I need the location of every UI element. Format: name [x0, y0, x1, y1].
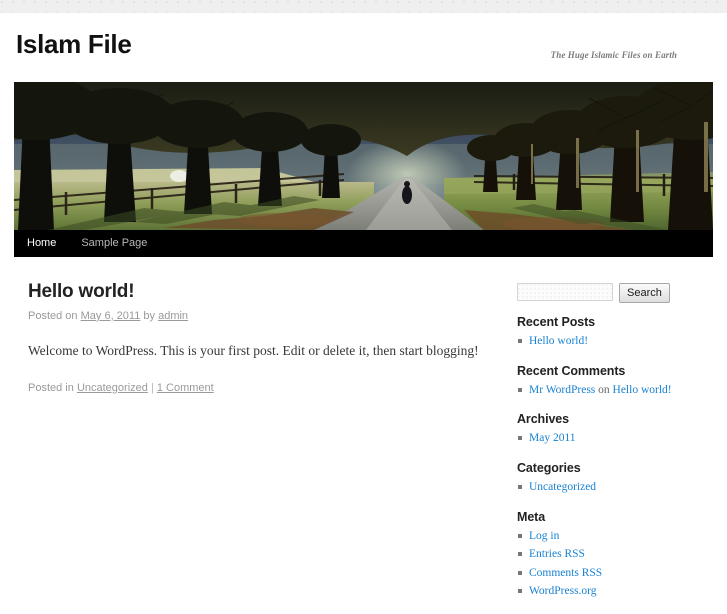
- posted-in-label: Posted in: [28, 381, 74, 394]
- post-comments-link[interactable]: 1 Comment: [157, 382, 214, 394]
- comment-author-link[interactable]: Mr WordPress: [529, 384, 595, 396]
- primary-column: Hello world! Posted on May 6, 2011 by ad…: [14, 281, 517, 614]
- search-submit-button[interactable]: Search: [619, 283, 670, 303]
- post-footer: Posted in Uncategorized | 1 Comment: [28, 382, 507, 394]
- widget-title: Meta: [517, 509, 546, 524]
- widget-list: Mr WordPress on Hello world!: [517, 381, 699, 400]
- post-hello-world: Hello world! Posted on May 6, 2011 by ad…: [28, 281, 507, 394]
- search-form[interactable]: Search: [517, 283, 699, 303]
- post-category-link[interactable]: Uncategorized: [77, 382, 148, 394]
- nav-item-sample-page[interactable]: Sample Page: [70, 230, 161, 257]
- meta-wordpress-org-link[interactable]: WordPress.org: [529, 585, 597, 597]
- widget-list: May 2011: [517, 429, 699, 448]
- widget-recent-comments: Recent Comments Mr WordPress on Hello wo…: [517, 364, 699, 400]
- header-image: [14, 82, 713, 230]
- meta-entries-rss-link[interactable]: Entries RSS: [529, 548, 585, 560]
- meta-comments-rss-link[interactable]: Comments RSS: [529, 567, 602, 579]
- list-item[interactable]: Comments RSS: [517, 564, 699, 583]
- post-content: Welcome to WordPress. This is your first…: [28, 343, 479, 359]
- widget-recent-posts: Recent Posts Hello world!: [517, 315, 699, 351]
- widget-meta: Meta Log in Entries RSS Comments RSS Wor…: [517, 510, 699, 602]
- list-item[interactable]: Mr WordPress on Hello world!: [517, 381, 699, 400]
- widget-categories: Categories Uncategorized: [517, 461, 699, 497]
- recent-post-link[interactable]: Hello world!: [529, 335, 588, 347]
- category-link[interactable]: Uncategorized: [529, 481, 596, 493]
- list-item[interactable]: Hello world!: [517, 332, 699, 351]
- comment-post-link[interactable]: Hello world!: [613, 384, 672, 396]
- posted-on-label: Posted on: [28, 309, 78, 322]
- widget-title: Recent Comments: [517, 363, 626, 378]
- sidebar: Search Recent Posts Hello world! Recent …: [517, 281, 699, 614]
- comment-on-label: on: [595, 383, 613, 396]
- post-meta: Posted on May 6, 2011 by admin: [28, 308, 507, 325]
- archive-link[interactable]: May 2011: [529, 432, 576, 444]
- meta-separator: |: [150, 381, 154, 394]
- widget-list: Log in Entries RSS Comments RSS WordPres…: [517, 527, 699, 602]
- search-input[interactable]: [517, 283, 613, 301]
- list-item[interactable]: WordPress.org: [517, 582, 699, 601]
- widget-title: Archives: [517, 412, 570, 427]
- primary-navigation[interactable]: Home Sample Page: [14, 230, 713, 257]
- meta-login-link[interactable]: Log in: [529, 530, 559, 542]
- nav-item-home[interactable]: Home: [27, 230, 70, 257]
- main-content-area: Hello world! Posted on May 6, 2011 by ad…: [14, 257, 713, 614]
- page-wrapper: Islam File The Huge Islamic Files on Ear…: [0, 13, 727, 597]
- widget-list: Hello world!: [517, 332, 699, 351]
- list-item[interactable]: Uncategorized: [517, 478, 699, 497]
- widget-archives: Archives May 2011: [517, 412, 699, 448]
- site-branding: Islam File The Huge Islamic Files on Ear…: [14, 13, 713, 82]
- widget-list: Uncategorized: [517, 478, 699, 497]
- site-title[interactable]: Islam File: [16, 31, 132, 57]
- site-description: The Huge Islamic Files on Earth: [550, 50, 677, 60]
- header-image-illustration: [14, 82, 713, 230]
- list-item[interactable]: Log in: [517, 527, 699, 546]
- list-item[interactable]: May 2011: [517, 429, 699, 448]
- widget-title: Categories: [517, 460, 581, 475]
- by-label: by: [143, 309, 156, 322]
- post-date-link[interactable]: May 6, 2011: [81, 310, 141, 322]
- widget-title: Recent Posts: [517, 315, 595, 329]
- page-top-texture-band: [0, 0, 727, 13]
- post-title[interactable]: Hello world!: [28, 281, 507, 304]
- list-item[interactable]: Entries RSS: [517, 545, 699, 564]
- post-author-link[interactable]: admin: [158, 310, 188, 322]
